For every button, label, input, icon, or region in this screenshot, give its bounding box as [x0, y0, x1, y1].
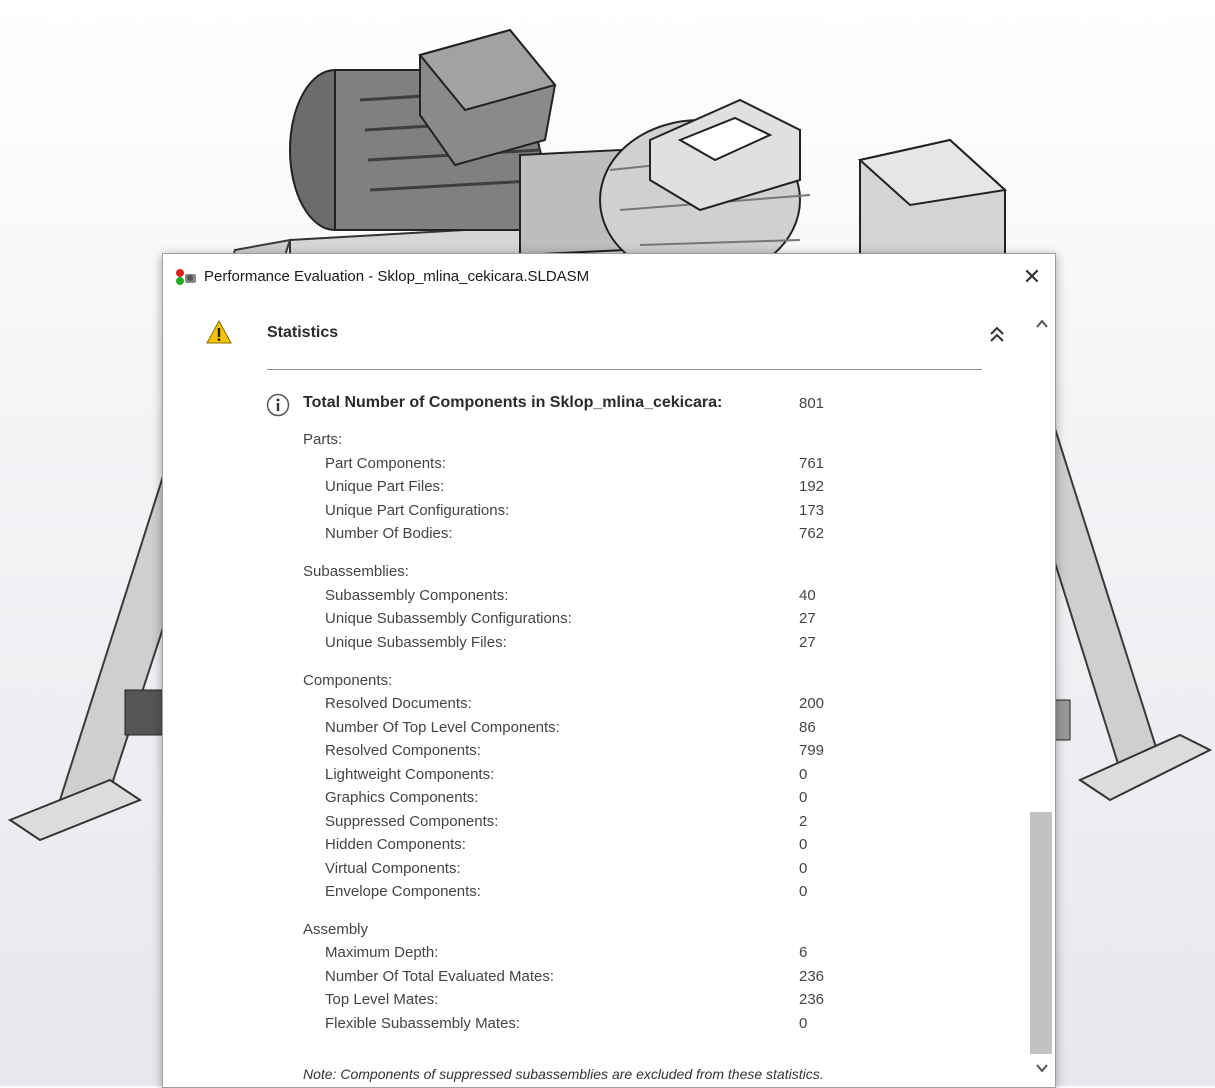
- stat-label: Unique Subassembly Files:: [325, 634, 507, 651]
- total-components-label: Total Number of Components in Sklop_mlin…: [303, 394, 723, 411]
- stat-label: Suppressed Components:: [325, 813, 499, 830]
- stat-value: 0: [799, 836, 808, 853]
- stat-label: Number Of Top Level Components:: [325, 719, 560, 736]
- stat-value: 0: [799, 1015, 808, 1032]
- stat-value: 2: [799, 813, 808, 830]
- total-components-value: 801: [799, 395, 825, 412]
- title-bar[interactable]: Performance Evaluation - Sklop_mlina_cek…: [163, 254, 1055, 300]
- stat-value: 27: [799, 610, 816, 627]
- stat-label: Virtual Components:: [325, 860, 461, 877]
- stat-value: 761: [799, 455, 825, 472]
- stat-label: Graphics Components:: [325, 789, 479, 806]
- group-heading-subassemblies: Subassemblies:: [303, 563, 409, 580]
- warning-triangle-icon: [206, 320, 232, 344]
- stat-label: Subassembly Components:: [325, 587, 509, 604]
- stat-value: 799: [799, 742, 825, 759]
- stat-label: Top Level Mates:: [325, 991, 439, 1008]
- stat-label: Number Of Total Evaluated Mates:: [325, 968, 554, 985]
- group-heading-components: Components:: [303, 672, 393, 689]
- stat-value: 6: [799, 944, 808, 961]
- stat-label: Hidden Components:: [325, 836, 466, 853]
- stat-value: 27: [799, 634, 816, 651]
- stat-value: 236: [799, 968, 825, 985]
- stat-value: 173: [799, 502, 825, 519]
- stat-value: 86: [799, 719, 816, 736]
- group-heading-parts: Parts:: [303, 431, 343, 448]
- info-circle-icon: [266, 393, 290, 417]
- traffic-light-icon: [176, 269, 196, 285]
- scrollbar-thumb[interactable]: [1030, 812, 1052, 1054]
- stat-label: Part Components:: [325, 455, 446, 472]
- stat-label: Maximum Depth:: [325, 944, 439, 961]
- stat-value: 0: [799, 860, 808, 877]
- scroll-down-arrow-icon[interactable]: [1034, 1060, 1050, 1076]
- stat-label: Envelope Components:: [325, 883, 481, 900]
- stat-label: Unique Part Configurations:: [325, 502, 510, 519]
- stat-label: Flexible Subassembly Mates:: [325, 1015, 521, 1032]
- statistics-note: Note: Components of suppressed subassemb…: [303, 1066, 824, 1082]
- stat-value: 0: [799, 789, 808, 806]
- stat-value: 0: [799, 766, 808, 783]
- divider: [267, 369, 982, 370]
- stat-label: Unique Subassembly Configurations:: [325, 610, 572, 627]
- stat-value: 0: [799, 883, 808, 900]
- scroll-up-arrow-icon[interactable]: [1034, 316, 1050, 332]
- stat-label: Resolved Documents:: [325, 695, 472, 712]
- stat-label: Number Of Bodies:: [325, 525, 453, 542]
- stat-label: Unique Part Files:: [325, 478, 445, 495]
- vertical-scrollbar[interactable]: [1028, 312, 1055, 1087]
- stat-value: 40: [799, 587, 816, 604]
- window-title: Performance Evaluation - Sklop_mlina_cek…: [204, 268, 590, 285]
- group-heading-assembly: Assembly: [303, 921, 369, 938]
- stat-value: 200: [799, 695, 825, 712]
- stat-value: 236: [799, 991, 825, 1008]
- close-button[interactable]: ✕: [1017, 262, 1047, 292]
- double-chevron-up-icon[interactable]: [986, 324, 1008, 346]
- stat-label: Resolved Components:: [325, 742, 481, 759]
- performance-evaluation-dialog: Performance Evaluation - Sklop_mlina_cek…: [162, 253, 1056, 1088]
- stat-value: 762: [799, 525, 825, 542]
- section-title: Statistics: [267, 324, 339, 341]
- stat-label: Lightweight Components:: [325, 766, 495, 783]
- stat-value: 192: [799, 478, 825, 495]
